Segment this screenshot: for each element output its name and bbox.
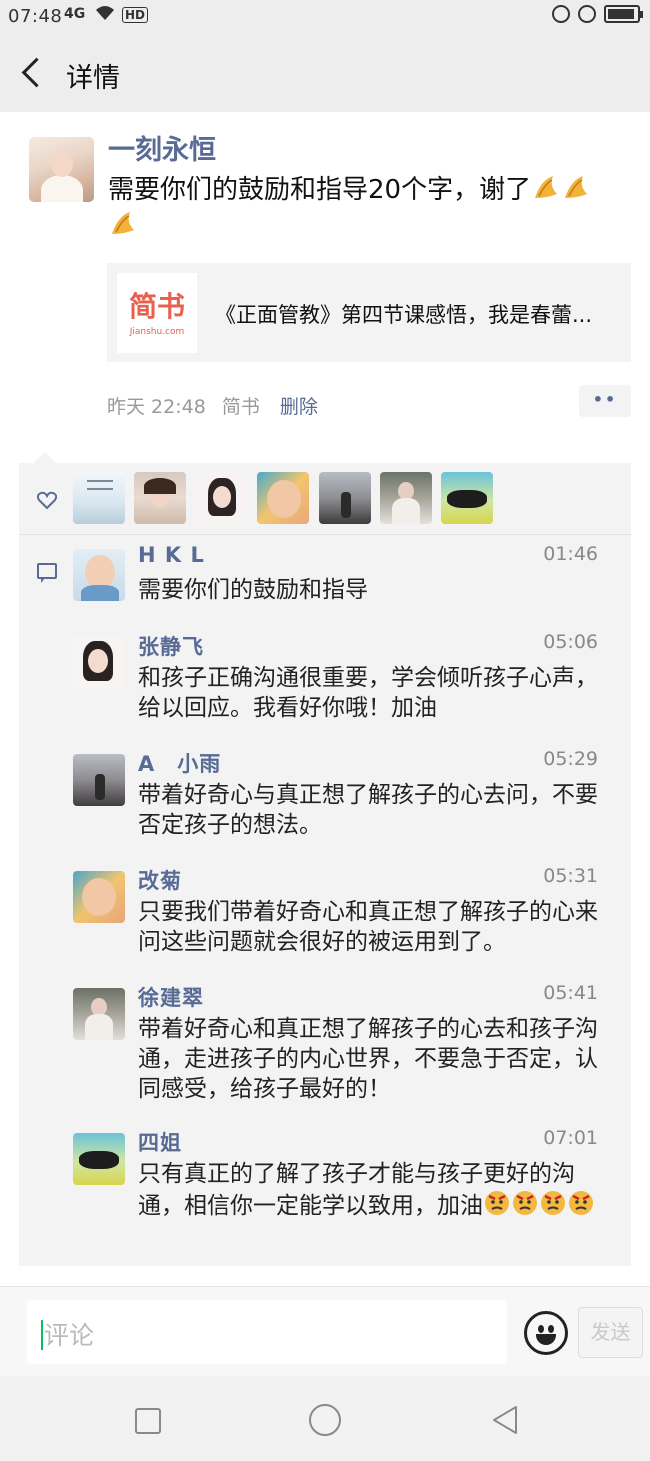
commenter-avatar[interactable] [73,871,125,923]
comment-text: 需要你们的鼓励和指导 [138,577,368,603]
praying-hands-icon [565,176,588,198]
post-time: 昨天 22:48 [107,396,206,418]
wifi-icon [94,4,116,27]
post-text-content: 需要你们的鼓励和指导20个字，谢了 [108,175,532,205]
commenter-name[interactable]: A 小雨 [138,748,221,778]
post-source[interactable]: 简书 [222,396,260,418]
more-options-button[interactable]: •• [579,385,631,417]
comment-input-bar: 评论 发送 [0,1286,650,1376]
emoji-picker-icon[interactable] [524,1311,568,1355]
comment-placeholder: 评论 [44,1321,95,1350]
delete-button[interactable]: 删除 [280,396,318,418]
like-avatar-1[interactable] [73,472,125,524]
commenter-avatar[interactable] [73,988,125,1040]
commenter-name[interactable]: 徐建翠 [138,982,204,1012]
comment-time: 07:01 [543,1127,598,1149]
jianshu-logo: 简书 Jianshu.com [117,273,197,353]
commenter-name[interactable]: H K L [138,543,205,567]
battery-icon [604,5,643,23]
text-caret [41,1320,43,1350]
nav-bar: 详情 [0,34,650,112]
like-avatar-4[interactable] [257,472,309,524]
post-text: 需要你们的鼓励和指导20个字，谢了 [108,172,628,244]
angry-face-icon [485,1191,509,1215]
comment-icon [37,563,57,583]
commenter-avatar[interactable] [73,1133,125,1185]
status-time: 07:48 [8,6,63,27]
heart-icon [36,491,58,510]
praying-hands-icon [535,176,558,198]
panel-pointer [34,452,56,463]
like-avatar-7[interactable] [441,472,493,524]
commenter-avatar[interactable] [73,549,125,601]
status-bar: 07:48 4G HD [0,0,650,34]
likes-row [19,463,631,535]
comment-time: 05:06 [543,631,598,653]
recent-apps-icon[interactable] [135,1408,161,1434]
link-card[interactable]: 简书 Jianshu.com 《正面管教》第四节课感悟，我是春蕾... [107,263,631,362]
comment-text: 带着好奇心和真正想了解孩子的心去和孩子沟通，走进孩子的内心世界，不要急于否定，认… [138,1016,598,1102]
hd-badge: HD [122,7,149,23]
author-avatar[interactable] [29,137,94,202]
comment-input[interactable]: 评论 [27,1300,507,1364]
comment-text: 只要我们带着好奇心和真正想了解孩子的心来问这些问题就会很好的被运用到了。 [138,899,598,955]
comment-time: 05:29 [543,748,598,770]
like-avatar-5[interactable] [319,472,371,524]
like-avatar-6[interactable] [380,472,432,524]
system-nav-bar [0,1376,650,1461]
angry-face-icon [513,1191,537,1215]
home-icon[interactable] [309,1404,341,1436]
commenter-name[interactable]: 张静飞 [138,631,204,661]
rotation-lock-icon [552,5,570,23]
signal-icon: 4G [64,6,86,22]
commenter-avatar[interactable] [73,637,125,689]
send-button[interactable]: 发送 [578,1307,643,1358]
angry-face-icon [569,1191,593,1215]
post-meta: 昨天 22:48 简书 删除 [107,392,318,419]
comment-text: 和孩子正确沟通很重要，学会倾听孩子心声，给以回应。我看好你哦！加油 [138,665,598,721]
back-arrow-icon[interactable] [20,54,50,90]
like-avatar-3[interactable] [196,472,248,524]
comment-time: 01:46 [543,543,598,565]
nav-back-icon[interactable] [490,1404,520,1436]
praying-hands-icon [112,212,134,234]
interactions-panel: H K L 01:46 需要你们的鼓励和指导 张静飞 05:06 和孩子正确沟通… [19,463,631,1266]
page-title: 详情 [66,63,120,94]
comment-text: 只有真正的了解了孩子才能与孩子更好的沟通，相信你一定能学以致用，加油 [138,1159,603,1221]
comment-text: 带着好奇心与真正想了解孩子的心去问，不要否定孩子的想法。 [138,782,598,838]
angry-face-icon [541,1191,565,1215]
author-name[interactable]: 一刻永恒 [108,128,216,167]
alarm-icon [578,5,596,23]
commenter-name[interactable]: 四姐 [138,1127,182,1157]
commenter-name[interactable]: 改菊 [138,865,182,895]
comment-time: 05:41 [543,982,598,1004]
link-title: 《正面管教》第四节课感悟，我是春蕾... [215,303,593,327]
commenter-avatar[interactable] [73,754,125,806]
like-avatar-2[interactable] [134,472,186,524]
comment-time: 05:31 [543,865,598,887]
